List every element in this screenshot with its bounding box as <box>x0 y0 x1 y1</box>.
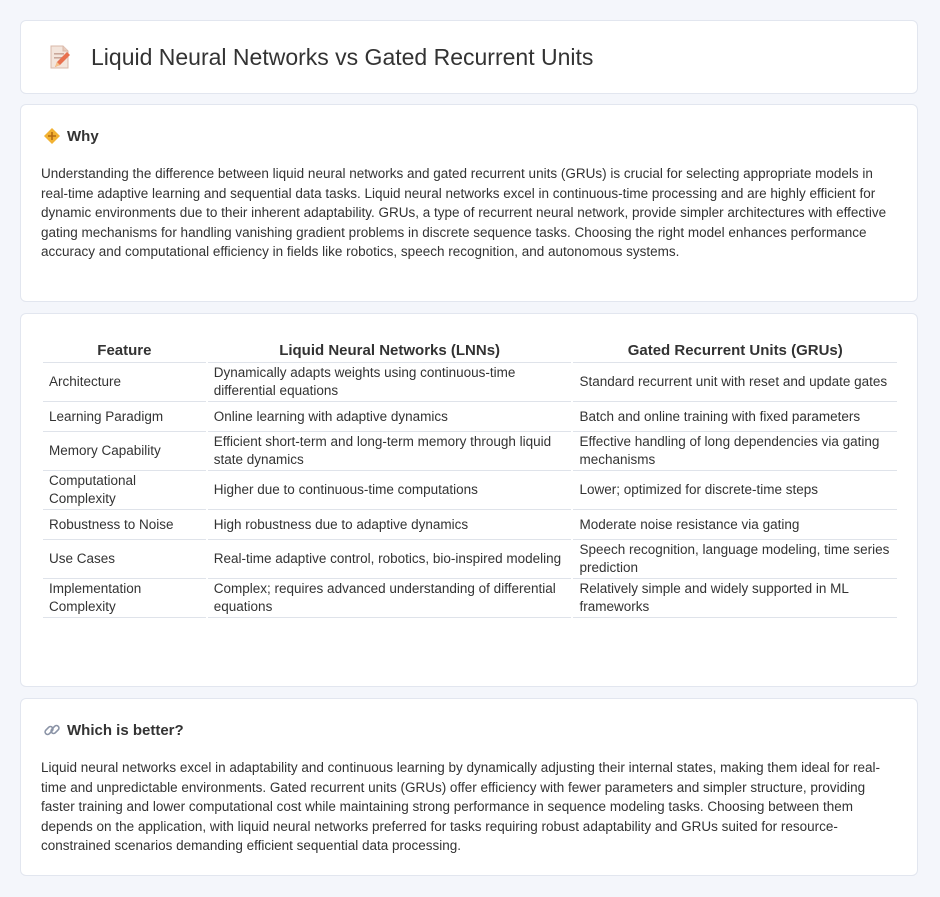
header-feature: Feature <box>43 334 206 363</box>
comparison-section: Feature Liquid Neural Networks (LNNs) Ga… <box>20 313 918 687</box>
table-row: Memory Capability Efficient short-term a… <box>43 432 897 471</box>
feature-cell: Computational Complexity <box>43 471 206 510</box>
link-icon <box>43 721 61 739</box>
table-row: Learning Paradigm Online learning with a… <box>43 402 897 432</box>
lnn-cell: Higher due to continuous-time computatio… <box>207 471 572 510</box>
feature-cell: Learning Paradigm <box>43 402 206 432</box>
gru-cell: Speech recognition, language modeling, t… <box>573 540 897 579</box>
document-pencil-icon <box>45 43 73 71</box>
lnn-cell: Real-time adaptive control, robotics, bi… <box>207 540 572 579</box>
feature-cell: Memory Capability <box>43 432 206 471</box>
gru-cell: Lower; optimized for discrete-time steps <box>573 471 897 510</box>
better-heading-row: Which is better? <box>43 721 184 739</box>
why-heading-row: Why <box>43 127 99 145</box>
feature-cell: Architecture <box>43 363 206 402</box>
lnn-cell: Dynamically adapts weights using continu… <box>207 363 572 402</box>
gru-cell: Moderate noise resistance via gating <box>573 510 897 540</box>
table-row: Architecture Dynamically adapts weights … <box>43 363 897 402</box>
page-title: Liquid Neural Networks vs Gated Recurren… <box>91 43 594 70</box>
why-text: Understanding the difference between liq… <box>41 166 887 259</box>
gru-cell: Effective handling of long dependencies … <box>573 432 897 471</box>
gru-cell: Batch and online training with fixed par… <box>573 402 897 432</box>
lnn-cell: Complex; requires advanced understanding… <box>207 579 572 618</box>
which-better-section: Which is better? Liquid neural networks … <box>20 698 918 876</box>
title-row: Liquid Neural Networks vs Gated Recurren… <box>45 43 593 71</box>
feature-cell: Implementation Complexity <box>43 579 206 618</box>
diamond-arrows-icon <box>43 127 61 145</box>
lnn-cell: High robustness due to adaptive dynamics <box>207 510 572 540</box>
comparison-table: Feature Liquid Neural Networks (LNNs) Ga… <box>41 334 899 618</box>
why-heading: Why <box>67 127 99 145</box>
table-row: Implementation Complexity Complex; requi… <box>43 579 897 618</box>
gru-cell: Relatively simple and widely supported i… <box>573 579 897 618</box>
why-section: Why Understanding the difference between… <box>20 104 918 302</box>
table-row: Computational Complexity Higher due to c… <box>43 471 897 510</box>
better-heading: Which is better? <box>67 721 184 739</box>
table-row: Robustness to Noise High robustness due … <box>43 510 897 540</box>
table-row: Use Cases Real-time adaptive control, ro… <box>43 540 897 579</box>
feature-cell: Use Cases <box>43 540 206 579</box>
better-text: Liquid neural networks excel in adaptabi… <box>41 760 880 853</box>
header-lnn: Liquid Neural Networks (LNNs) <box>207 334 572 363</box>
table-header-row: Feature Liquid Neural Networks (LNNs) Ga… <box>43 334 897 363</box>
feature-cell: Robustness to Noise <box>43 510 206 540</box>
header-gru: Gated Recurrent Units (GRUs) <box>573 334 897 363</box>
gru-cell: Standard recurrent unit with reset and u… <box>573 363 897 402</box>
lnn-cell: Online learning with adaptive dynamics <box>207 402 572 432</box>
header-card: Liquid Neural Networks vs Gated Recurren… <box>20 20 918 94</box>
lnn-cell: Efficient short-term and long-term memor… <box>207 432 572 471</box>
